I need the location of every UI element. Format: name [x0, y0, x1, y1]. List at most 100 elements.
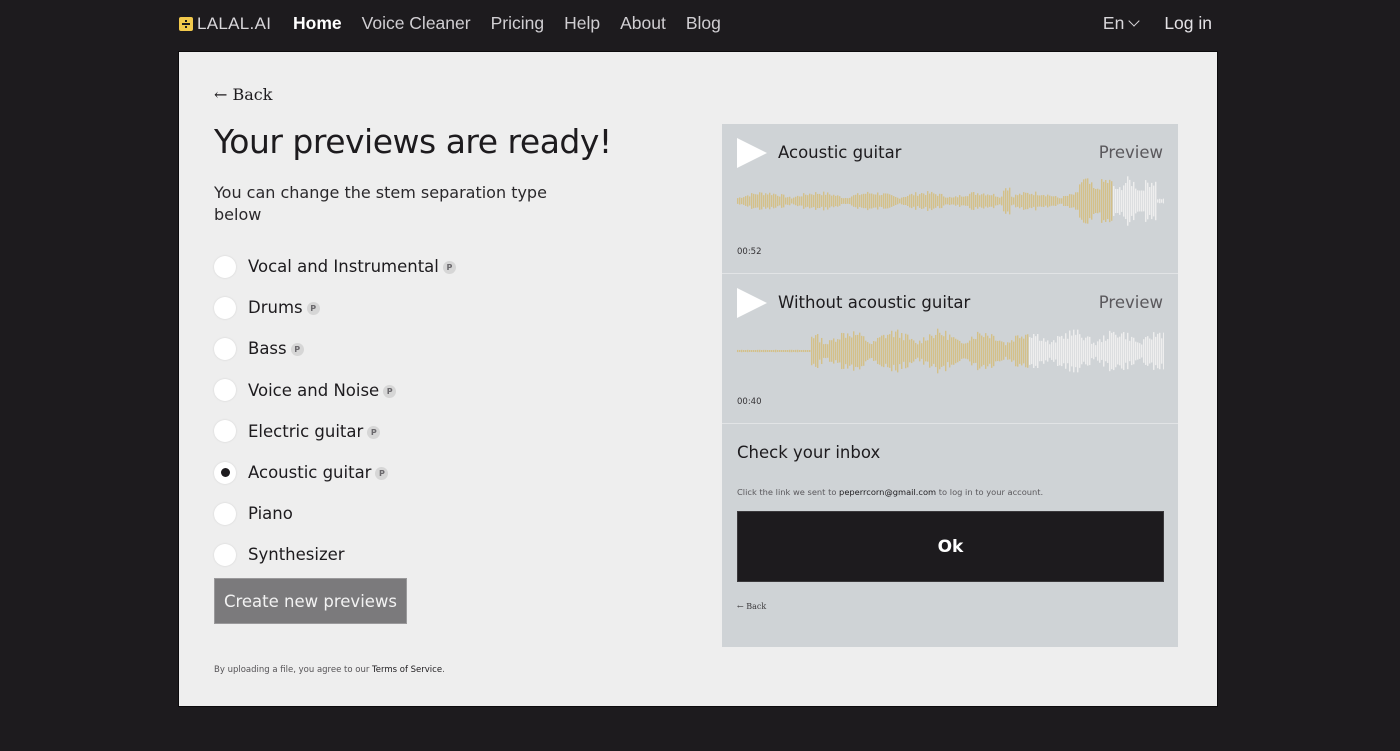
waveform-bar — [827, 344, 829, 358]
waveform-bar — [989, 195, 991, 207]
waveform-bar — [741, 197, 743, 205]
waveform-bar — [1117, 189, 1119, 213]
play-icon[interactable] — [737, 138, 767, 168]
waveform-bar — [855, 335, 857, 367]
waveform-bar — [1017, 335, 1019, 367]
waveform-bar — [967, 196, 969, 206]
waveform-bar — [1141, 190, 1143, 212]
waveform-bar — [1069, 194, 1071, 208]
stem-option[interactable]: Voice and Noise P — [214, 370, 456, 411]
waveform-bar — [1083, 179, 1085, 223]
inbox-back-link[interactable]: ← Back — [737, 602, 766, 611]
terms-of-service-link[interactable]: Terms of Service — [372, 665, 442, 675]
waveform-bar — [753, 350, 755, 352]
waveform-bar — [1085, 337, 1087, 365]
premium-badge-icon: P — [375, 467, 389, 481]
waveform-bar — [985, 333, 987, 369]
waveform[interactable] — [737, 326, 1164, 376]
waveform-bar — [943, 196, 945, 206]
waveform-bar — [903, 197, 905, 205]
waveform-bar — [883, 334, 885, 368]
waveform-bar — [1105, 340, 1107, 362]
stem-option[interactable]: Electric guitar P — [214, 411, 456, 452]
radio-unselected[interactable] — [214, 337, 236, 360]
waveform-bar — [1047, 194, 1049, 208]
radio-unselected[interactable] — [214, 543, 236, 566]
waveform-bar — [1009, 187, 1011, 215]
stem-option[interactable]: Synthesizer — [214, 534, 456, 575]
waveform-bar — [1151, 182, 1153, 220]
logo-text: LALAL.AI — [197, 14, 272, 33]
waveform-bar — [1105, 179, 1107, 223]
waveform-bar — [879, 195, 881, 207]
radio-unselected[interactable] — [214, 296, 236, 319]
language-selector[interactable]: En — [1103, 13, 1140, 34]
stem-option[interactable]: Drums P — [214, 287, 456, 328]
waveform-bar — [887, 334, 889, 368]
ok-button[interactable]: Ok — [737, 511, 1164, 582]
waveform-bar — [895, 196, 897, 206]
create-new-previews-button[interactable]: Create new previews — [214, 578, 407, 624]
nav-link-pricing[interactable]: Pricing — [491, 13, 545, 34]
waveform-bar — [873, 341, 875, 361]
waveform-bar — [961, 196, 963, 206]
radio-unselected[interactable] — [214, 379, 236, 402]
waveform-bar — [901, 333, 903, 369]
waveform-bar — [963, 196, 965, 206]
waveform-bar — [737, 198, 739, 204]
waveform-bar — [941, 335, 943, 367]
radio-unselected[interactable] — [214, 502, 236, 525]
waveform-bar — [1011, 196, 1013, 206]
nav-link-blog[interactable]: Blog — [686, 13, 721, 34]
waveform-bar — [1049, 344, 1051, 358]
nav-link-help[interactable]: Help — [564, 13, 600, 34]
waveform-bar — [929, 334, 931, 368]
inbox-email: peperrcorn@gmail.com — [839, 487, 937, 497]
waveform-bar — [813, 194, 815, 208]
waveform-bar — [1121, 190, 1123, 212]
waveform[interactable] — [737, 176, 1164, 226]
waveform-bar — [949, 196, 951, 206]
waveform-bar — [925, 340, 927, 362]
waveform-bar — [1025, 192, 1027, 210]
nav-link-voice-cleaner[interactable]: Voice Cleaner — [362, 13, 471, 34]
waveform-bar — [1109, 330, 1111, 372]
stem-option[interactable]: Acoustic guitar P — [214, 452, 456, 493]
waveform-bar — [883, 193, 885, 209]
waveform-bar — [849, 197, 851, 205]
waveform-bar — [907, 195, 909, 207]
waveform-bar — [995, 340, 997, 362]
waveform-bar — [841, 332, 843, 370]
waveform-bar — [767, 350, 769, 352]
waveform-bar — [867, 342, 869, 360]
waveform-bar — [813, 338, 815, 364]
waveform-bar — [985, 195, 987, 207]
waveform-bar — [919, 194, 921, 208]
waveform-bar — [959, 340, 961, 362]
waveform-bar — [831, 195, 833, 207]
login-link[interactable]: Log in — [1164, 13, 1212, 34]
radio-unselected[interactable] — [214, 255, 236, 278]
waveform-bar — [803, 349, 805, 353]
waveform-bar — [963, 343, 965, 359]
stem-option[interactable]: Bass P — [214, 328, 456, 369]
waveform-bar — [1143, 339, 1145, 363]
waveform-bar — [1131, 186, 1133, 216]
stem-option[interactable]: Piano — [214, 493, 456, 534]
waveform-bar — [917, 344, 919, 358]
waveform-bar — [851, 337, 853, 365]
nav-link-home[interactable]: Home — [293, 13, 342, 34]
radio-selected[interactable] — [214, 461, 236, 484]
waveform-bar — [839, 339, 841, 363]
preview-panel: Acoustic guitar Preview 00:52 Without ac… — [722, 124, 1178, 647]
stem-option[interactable]: Vocal and Instrumental P — [214, 246, 456, 287]
waveform-bar — [785, 350, 787, 352]
waveform-bar — [1163, 198, 1164, 204]
waveform-bar — [833, 338, 835, 364]
waveform-bar — [881, 194, 883, 208]
back-link[interactable]: ← Back — [214, 85, 272, 104]
play-icon[interactable] — [737, 288, 767, 318]
logo[interactable]: LALAL.AI — [179, 14, 271, 34]
radio-unselected[interactable] — [214, 420, 236, 443]
nav-link-about[interactable]: About — [620, 13, 666, 34]
